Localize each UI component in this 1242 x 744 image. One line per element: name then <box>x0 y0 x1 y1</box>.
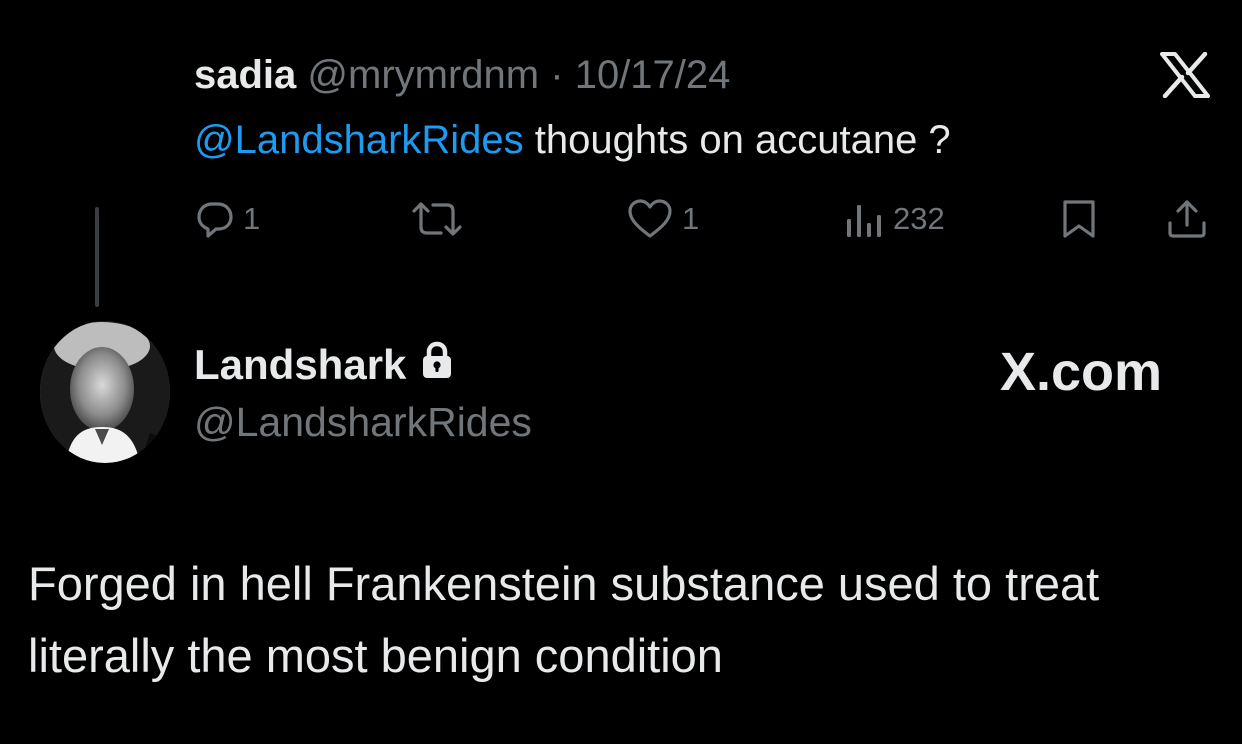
parent-tweet-header: sadia @mrymrdnm · 10/17/24 <box>194 52 730 98</box>
lock-icon <box>420 340 454 390</box>
share-button[interactable] <box>1165 196 1209 242</box>
parent-tweet-body: thoughts on accutane ? <box>534 118 951 162</box>
x-logo-icon <box>1160 51 1210 99</box>
parent-tweet-date[interactable]: 10/17/24 <box>575 53 731 97</box>
header-separator: · <box>550 53 564 97</box>
thread-connector-line <box>95 207 99 307</box>
site-watermark: X.com <box>1000 342 1163 402</box>
views-count: 232 <box>893 201 945 236</box>
share-icon <box>1165 197 1209 241</box>
reply-tweet-text: Forged in hell Frankenstein substance us… <box>28 557 1100 682</box>
views-icon <box>845 199 885 239</box>
retweet-icon <box>410 199 464 239</box>
bookmark-button[interactable] <box>1059 196 1099 242</box>
reply-button[interactable]: 1 <box>195 196 260 242</box>
parent-author-handle[interactable]: @mrymrdnm <box>307 53 539 97</box>
retweet-button[interactable] <box>410 196 464 242</box>
like-button[interactable]: 1 <box>626 196 699 242</box>
bookmark-icon <box>1059 198 1099 240</box>
parent-tweet-text: @LandsharkRides thoughts on accutane ? <box>194 116 951 164</box>
like-icon <box>626 198 674 240</box>
views-button[interactable]: 232 <box>845 196 945 242</box>
reply-author-name[interactable]: Landshark <box>194 341 406 389</box>
avatar[interactable] <box>40 321 170 463</box>
mention-link[interactable]: @LandsharkRides <box>194 118 524 162</box>
reply-author-handle[interactable]: @LandsharkRides <box>194 398 532 446</box>
like-count: 1 <box>682 201 700 236</box>
parent-author-name[interactable]: sadia <box>194 53 296 97</box>
reply-icon <box>195 199 235 239</box>
reply-author-name-row: Landshark <box>194 340 454 390</box>
reply-count: 1 <box>243 201 261 236</box>
